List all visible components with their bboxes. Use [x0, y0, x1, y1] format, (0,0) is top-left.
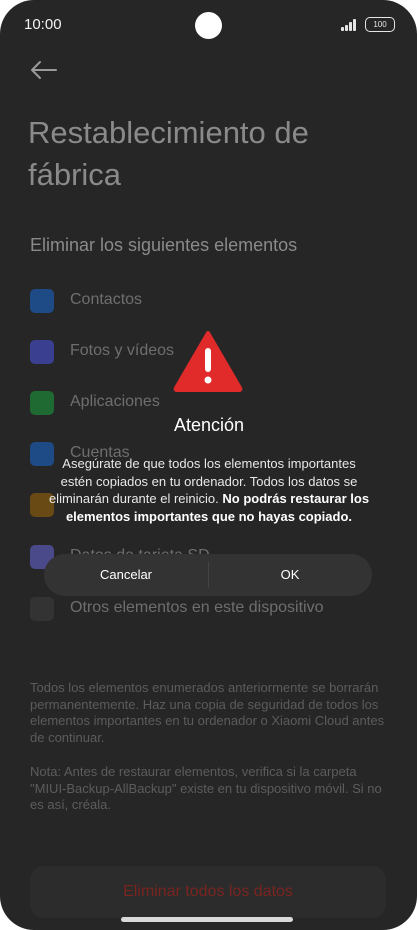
section-header: Eliminar los siguientes elementos: [30, 235, 298, 255]
dialog-title: Atención: [173, 415, 245, 435]
phone-screen: 10:00 100 Restablecimiento de fábrica El…: [0, 0, 417, 930]
list-item-contacts: Contactos: [30, 289, 390, 315]
back-arrow-icon[interactable]: [28, 58, 58, 82]
list-item-device: Otros elementos en este dispositivo: [30, 597, 390, 623]
home-indicator[interactable]: [121, 917, 293, 922]
contacts-icon: [30, 289, 54, 313]
list-item-label: Fotos y vídeos: [70, 342, 175, 359]
status-time: 10:00: [24, 16, 62, 33]
list-item-label: Contactos: [70, 291, 143, 308]
warning-icon: [173, 331, 243, 392]
list-item-label: Otros elementos en este dispositivo: [70, 599, 324, 616]
photos-icon: [30, 340, 54, 364]
apps-icon: [30, 391, 54, 415]
battery-icon: 100: [365, 17, 395, 32]
cancel-button[interactable]: Cancelar: [44, 554, 208, 596]
dialog-button-bar: Cancelar OK: [44, 554, 372, 596]
list-item-label: Aplicaciones: [70, 393, 160, 410]
footer-note-2: Nota: Antes de restaurar elementos, veri…: [30, 764, 382, 812]
delete-all-data-button[interactable]: Eliminar todos los datos: [30, 866, 386, 918]
dialog-message: Asegúrate de que todos los elementos imp…: [48, 455, 370, 525]
signal-icon: [341, 19, 359, 31]
front-camera: [195, 12, 222, 39]
status-bar: 10:00 100: [0, 0, 417, 50]
page-title: Restablecimiento de fábrica: [28, 115, 309, 192]
device-icon: [30, 597, 54, 621]
footer-note-1: Todos los elementos enumerados anteriorm…: [30, 680, 385, 745]
ok-button[interactable]: OK: [208, 554, 372, 596]
list-item-apps: Aplicaciones: [30, 391, 390, 417]
